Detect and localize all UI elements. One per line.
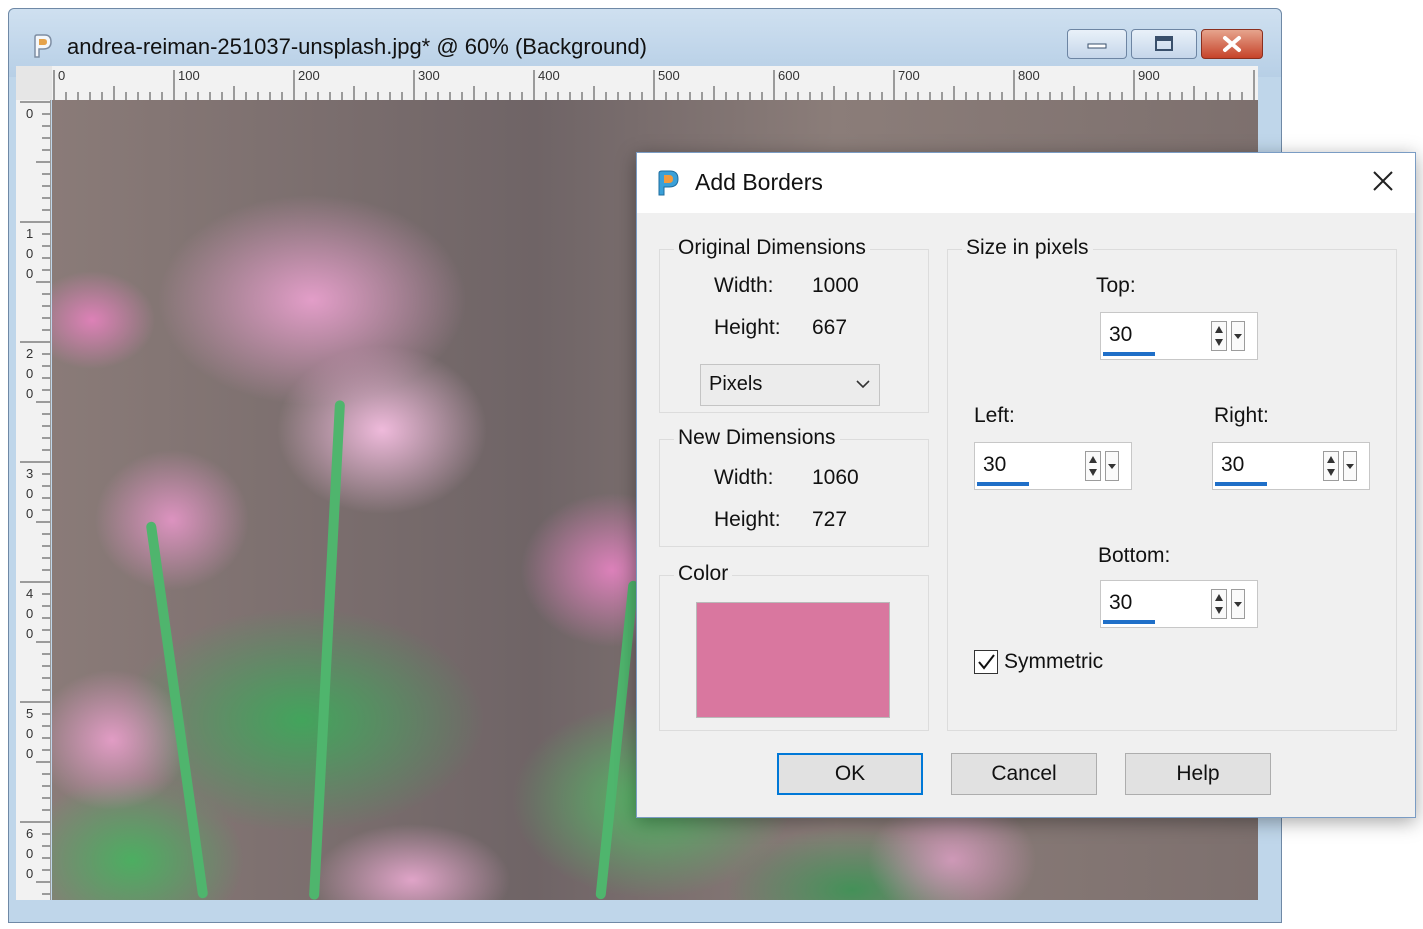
add-borders-dialog: Add Borders Original Dimensions Width: 1… bbox=[636, 152, 1416, 818]
ruler-label: 1 0 0 bbox=[26, 226, 34, 281]
border-color-swatch[interactable] bbox=[696, 602, 890, 718]
right-spinbox[interactable]: 30 bbox=[1212, 442, 1370, 490]
size-in-pixels-label: Size in pixels bbox=[962, 236, 1093, 260]
new-dimensions-group: New Dimensions Width: 1060 Height: 727 bbox=[659, 426, 929, 547]
paintshop-pro-icon bbox=[31, 33, 53, 59]
symmetric-label[interactable]: Symmetric bbox=[1004, 650, 1103, 674]
ruler-label: 4 0 0 bbox=[26, 586, 34, 641]
original-width-value: 1000 bbox=[812, 274, 859, 297]
vertical-ruler[interactable]: 0 1 0 0 2 0 0 3 0 0 4 0 0 5 0 0 6 0 0 bbox=[16, 100, 51, 900]
original-dimensions-group: Original Dimensions Width: 1000 Height: … bbox=[659, 236, 929, 413]
original-width-label: Width: bbox=[714, 274, 774, 297]
help-button[interactable]: Help bbox=[1125, 753, 1271, 795]
dropdown-arrow-icon[interactable] bbox=[1231, 589, 1245, 619]
dropdown-arrow-icon[interactable] bbox=[1231, 321, 1245, 351]
dropdown-arrow-icon[interactable] bbox=[1343, 451, 1357, 481]
size-in-pixels-group: Size in pixels Top: 30 Left: 30 Right: 3… bbox=[947, 236, 1397, 731]
dialog-title: Add Borders bbox=[695, 169, 823, 195]
bottom-label: Bottom: bbox=[1098, 544, 1171, 567]
units-select[interactable]: Pixels bbox=[700, 364, 880, 406]
dropdown-arrow-icon[interactable] bbox=[1105, 451, 1119, 481]
new-width-value: 1060 bbox=[812, 466, 859, 489]
symmetric-checkbox[interactable] bbox=[974, 650, 998, 674]
right-value: 30 bbox=[1221, 453, 1245, 476]
bottom-value: 30 bbox=[1109, 591, 1133, 614]
ruler-corner bbox=[16, 66, 52, 100]
bottom-spinbox[interactable]: 30 bbox=[1100, 580, 1258, 628]
close-icon bbox=[1371, 169, 1395, 198]
ruler-label: 200 bbox=[298, 68, 320, 83]
top-value-underline bbox=[1103, 352, 1155, 356]
spin-arrows-icon[interactable] bbox=[1211, 321, 1227, 351]
ruler-label: 300 bbox=[418, 68, 440, 83]
flower-stem bbox=[595, 580, 639, 900]
right-label: Right: bbox=[1214, 404, 1269, 427]
ruler-label: 700 bbox=[898, 68, 920, 83]
chevron-down-icon bbox=[855, 377, 871, 395]
maximize-button[interactable] bbox=[1131, 29, 1197, 59]
ruler-label: 0 bbox=[58, 68, 66, 83]
left-label: Left: bbox=[974, 404, 1015, 427]
spin-arrows-icon[interactable] bbox=[1323, 451, 1339, 481]
new-width-label: Width: bbox=[714, 466, 774, 489]
horizontal-ruler[interactable]: 0 100 200 300 400 500 600 700 800 900 bbox=[52, 66, 1258, 101]
original-height-value: 667 bbox=[812, 316, 848, 339]
top-spinbox[interactable]: 30 bbox=[1100, 312, 1258, 360]
left-value: 30 bbox=[983, 453, 1007, 476]
ruler-label: 0 bbox=[26, 106, 34, 121]
original-height-label: Height: bbox=[714, 316, 781, 339]
ruler-label: 500 bbox=[658, 68, 680, 83]
bottom-value-underline bbox=[1103, 620, 1155, 624]
ruler-label: 5 0 0 bbox=[26, 706, 34, 761]
units-select-value: Pixels bbox=[709, 373, 763, 395]
ruler-label: 900 bbox=[1138, 68, 1160, 83]
top-label: Top: bbox=[1096, 274, 1136, 297]
spin-arrows-icon[interactable] bbox=[1085, 451, 1101, 481]
paintshop-pro-icon bbox=[655, 169, 681, 197]
ruler-label: 6 0 0 bbox=[26, 826, 34, 881]
spin-arrows-icon[interactable] bbox=[1211, 589, 1227, 619]
original-dimensions-label: Original Dimensions bbox=[674, 236, 870, 260]
flower-stem bbox=[308, 400, 346, 900]
new-height-label: Height: bbox=[714, 508, 781, 531]
ruler-label: 800 bbox=[1018, 68, 1040, 83]
top-value: 30 bbox=[1109, 323, 1133, 346]
ruler-label: 2 0 0 bbox=[26, 346, 34, 401]
window-close-button[interactable] bbox=[1201, 29, 1263, 59]
left-value-underline bbox=[977, 482, 1029, 486]
ruler-label: 100 bbox=[178, 68, 200, 83]
cancel-button[interactable]: Cancel bbox=[951, 753, 1097, 795]
maximize-icon bbox=[1132, 30, 1196, 58]
dialog-close-button[interactable] bbox=[1365, 165, 1401, 201]
dialog-titlebar[interactable]: Add Borders bbox=[637, 153, 1415, 213]
minimize-button[interactable] bbox=[1067, 29, 1127, 59]
new-dimensions-label: New Dimensions bbox=[674, 426, 840, 450]
right-value-underline bbox=[1215, 482, 1267, 486]
minimize-icon bbox=[1068, 30, 1126, 58]
ruler-label: 600 bbox=[778, 68, 800, 83]
ruler-label: 3 0 0 bbox=[26, 466, 34, 521]
ruler-label: 400 bbox=[538, 68, 560, 83]
color-label: Color bbox=[674, 562, 733, 586]
checkmark-icon bbox=[975, 651, 997, 678]
image-window-title: andrea-reiman-251037-unsplash.jpg* @ 60%… bbox=[67, 34, 648, 59]
left-spinbox[interactable]: 30 bbox=[974, 442, 1132, 490]
new-height-value: 727 bbox=[812, 508, 848, 531]
color-group: Color bbox=[659, 562, 929, 731]
close-icon bbox=[1202, 30, 1262, 58]
ok-button[interactable]: OK bbox=[777, 753, 923, 795]
flower-stem bbox=[145, 521, 209, 899]
horizontal-ruler-ticks bbox=[53, 70, 1255, 100]
